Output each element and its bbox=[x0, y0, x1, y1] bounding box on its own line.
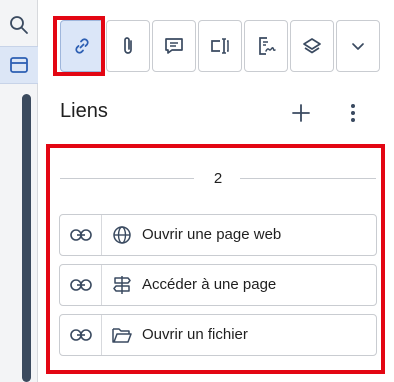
divider bbox=[60, 178, 194, 179]
panel-icon bbox=[10, 57, 28, 73]
link-tool-button[interactable] bbox=[60, 20, 104, 72]
signature-icon bbox=[259, 37, 276, 55]
more-tools-button[interactable] bbox=[336, 20, 380, 72]
page-group-header: 2 bbox=[60, 168, 376, 190]
panel-options-button[interactable] bbox=[338, 98, 368, 128]
link-item-label: Ouvrir un fichier bbox=[142, 326, 248, 343]
globe-icon bbox=[113, 226, 131, 244]
rail-search-button[interactable] bbox=[0, 6, 38, 44]
link-item-label: Accéder à une page bbox=[142, 276, 277, 293]
signature-tool-button[interactable] bbox=[244, 20, 288, 72]
rail-scrollbar[interactable] bbox=[22, 94, 31, 382]
link-type-cell bbox=[110, 215, 134, 255]
text-field-icon bbox=[211, 38, 229, 54]
link-item-label: Ouvrir une page web bbox=[142, 226, 282, 243]
more-vertical-icon bbox=[351, 104, 355, 122]
link-icon bbox=[69, 229, 92, 241]
page-number: 2 bbox=[213, 170, 223, 187]
layers-icon bbox=[303, 38, 321, 54]
chevron-down-icon bbox=[352, 43, 364, 50]
attachment-tool-button[interactable] bbox=[106, 20, 150, 72]
folder-icon bbox=[112, 328, 132, 343]
link-item-link-icon-cell bbox=[60, 215, 102, 255]
divider bbox=[240, 178, 376, 179]
layers-tool-button[interactable] bbox=[290, 20, 334, 72]
add-link-button[interactable] bbox=[286, 98, 316, 128]
link-item-go-to-page[interactable]: Accéder à une page bbox=[59, 264, 377, 306]
comment-icon bbox=[165, 38, 183, 54]
link-item-link-icon-cell bbox=[60, 315, 102, 355]
link-type-cell bbox=[110, 265, 134, 305]
link-item-open-file[interactable]: Ouvrir un fichier bbox=[59, 314, 377, 356]
comment-tool-button[interactable] bbox=[152, 20, 196, 72]
rail-scrollbar-thumb[interactable] bbox=[22, 94, 31, 382]
plus-icon bbox=[292, 104, 310, 122]
link-icon bbox=[75, 38, 89, 54]
link-item-link-icon-cell bbox=[60, 265, 102, 305]
search-icon bbox=[10, 16, 28, 34]
link-icon bbox=[69, 329, 92, 341]
panel-title: Liens bbox=[60, 100, 108, 122]
left-rail bbox=[0, 0, 38, 382]
paperclip-icon bbox=[124, 37, 132, 54]
text-field-tool-button[interactable] bbox=[198, 20, 242, 72]
signpost-icon bbox=[113, 276, 131, 294]
rail-panel-button[interactable] bbox=[0, 46, 38, 84]
link-type-cell bbox=[110, 315, 134, 355]
link-item-open-web-page[interactable]: Ouvrir une page web bbox=[59, 214, 377, 256]
link-icon bbox=[69, 279, 92, 291]
